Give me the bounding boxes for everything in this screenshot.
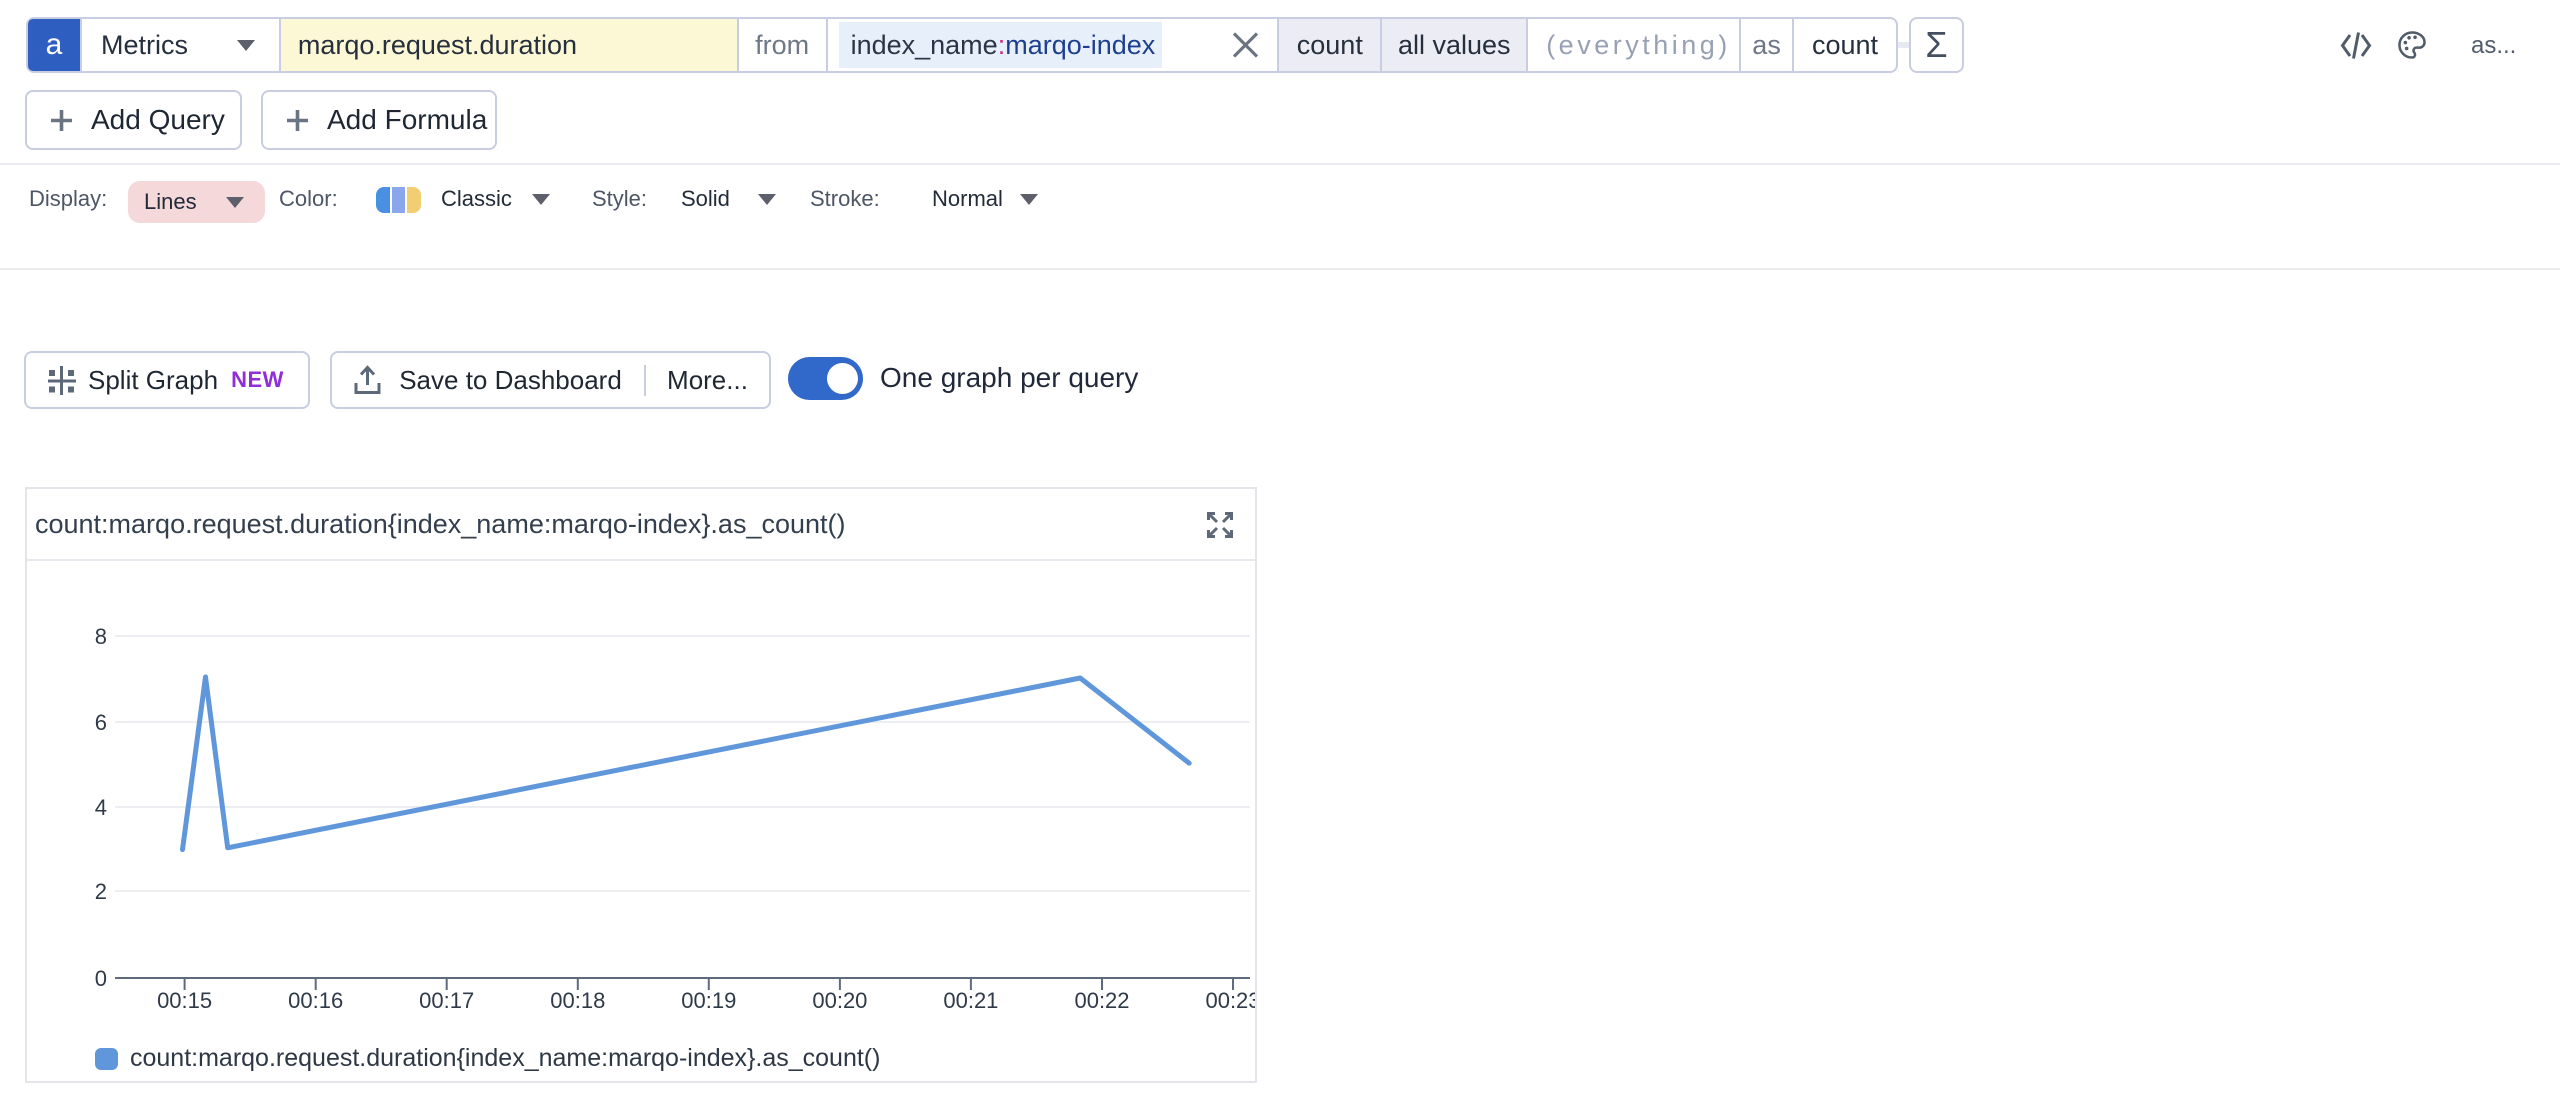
svg-text:00:22: 00:22 — [1074, 988, 1129, 1013]
svg-text:8: 8 — [95, 624, 107, 649]
svg-text:00:18: 00:18 — [550, 988, 605, 1013]
svg-text:00:21: 00:21 — [943, 988, 998, 1013]
svg-text:4: 4 — [95, 795, 107, 820]
svg-text:00:16: 00:16 — [288, 988, 343, 1013]
svg-text:6: 6 — [95, 710, 107, 735]
svg-text:00:17: 00:17 — [419, 988, 474, 1013]
svg-text:0: 0 — [95, 966, 107, 991]
svg-text:00:15: 00:15 — [157, 988, 212, 1013]
svg-text:00:20: 00:20 — [812, 988, 867, 1013]
svg-text:00:19: 00:19 — [681, 988, 736, 1013]
svg-text:2: 2 — [95, 879, 107, 904]
svg-text:00:23: 00:23 — [1205, 988, 1255, 1013]
